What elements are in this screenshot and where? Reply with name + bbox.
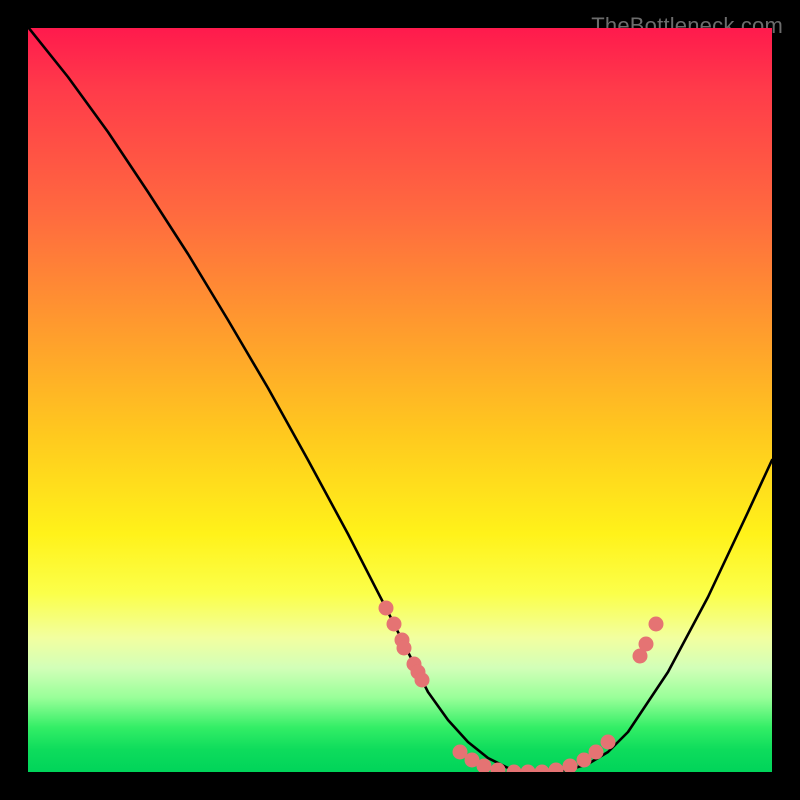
chart-svg <box>28 28 772 772</box>
scatter-dot <box>649 617 664 632</box>
scatter-dot <box>549 763 564 773</box>
scatter-dot <box>491 763 506 773</box>
scatter-dot <box>379 601 394 616</box>
scatter-dots <box>379 601 664 773</box>
chart-frame: TheBottleneck.com <box>14 14 786 786</box>
scatter-dot <box>507 765 522 773</box>
scatter-dot <box>639 637 654 652</box>
scatter-dot <box>535 765 550 773</box>
scatter-dot <box>589 745 604 760</box>
scatter-dot <box>563 759 578 773</box>
scatter-dot <box>601 735 616 750</box>
scatter-dot <box>521 765 536 773</box>
scatter-dot <box>415 673 430 688</box>
scatter-dot <box>397 641 412 656</box>
scatter-dot <box>387 617 402 632</box>
bottleneck-curve <box>28 28 772 772</box>
plot-area <box>28 28 772 772</box>
